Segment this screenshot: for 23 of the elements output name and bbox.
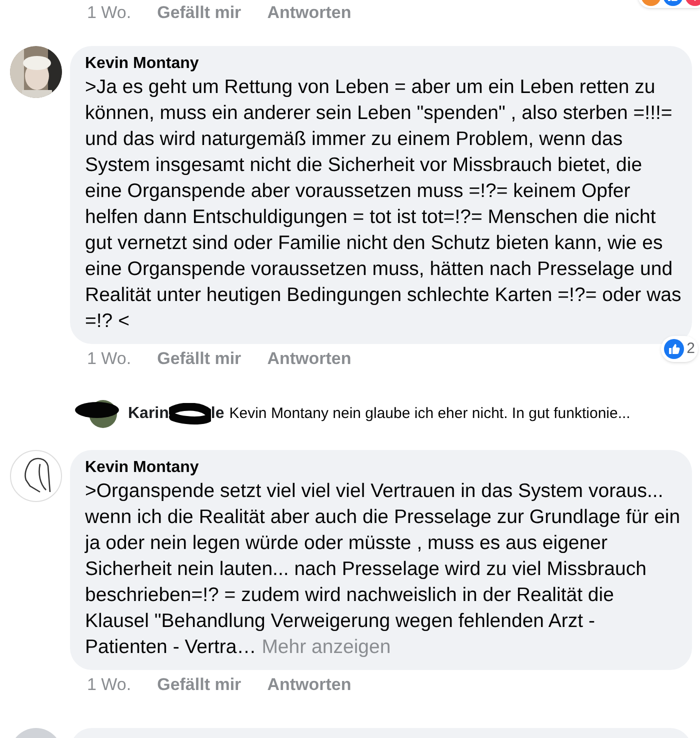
thumbs-up-icon	[664, 338, 684, 359]
avatar[interactable]	[10, 450, 62, 502]
timestamp: 1 Wo.	[87, 348, 132, 370]
comment-text: >Ja es geht um Rettung von Leben = aber um ein Leben retten zu können, muss ein anderer sein Leben "spenden" , also sterben =!!!= und das wird naturgemäß immer zu einem Problem, wenn das System insgesamt nicht die Sicherheit vor Missbrauch bietet, die eine Organspende aber voraussetzen muss =!?= keinem Opfer helfen dann Entschuldigungen = tot ist tot=!?= Menschen die nicht gut vernetzt sind oder Familie nicht den Schutz bieten kann, wie es eine Organspende voraussetzen muss, hätten nach Presselage und Realität unter heutigen Bedingungen schlechte Karten =!?= oder was =!? <	[85, 75, 682, 334]
timestamp: 1 Wo.	[87, 2, 132, 24]
author-name[interactable]: Kevin Montany	[85, 458, 682, 478]
like-link[interactable]: Gefällt mir	[157, 346, 242, 372]
reaction-badge[interactable]: 2	[660, 336, 698, 362]
author-name[interactable]: Kevin Montany	[85, 54, 682, 74]
comment-text: >Organspende setzt viel viel viel Vertrauen in das System voraus... wenn ich die Realität aber auch die Presselage zur Grundlage für ein ja oder nein legen würde oder müsste , muss es aus eigener Sicherheit nein lauten... nach Presselage wird zu viel Missbrauch beschrieben=!? = zudem wird nachweislich in der Realität die Klausel "Behandlung Verweigerung wegen fehlenden Arzt - Patienten - Vertra… Mehr anzeigen	[85, 479, 682, 660]
reply-link[interactable]: Antworten	[267, 0, 352, 26]
redaction-scribble	[168, 403, 211, 425]
author-name-end[interactable]: le	[210, 402, 224, 426]
author-name[interactable]: Karin	[128, 402, 169, 426]
avatar[interactable]	[10, 46, 62, 98]
reply-link[interactable]: Antworten	[267, 346, 352, 372]
see-more-link[interactable]: Mehr anzeigen	[262, 636, 391, 658]
like-link[interactable]: Gefällt mir	[157, 672, 242, 698]
reply-link[interactable]: Antworten	[267, 672, 352, 698]
timestamp: 1 Wo.	[87, 674, 132, 696]
like-link[interactable]: Gefällt mir	[157, 0, 242, 26]
reply-preview-text[interactable]: Kevin Montany nein glaube ich eher nicht. In gut funktionie...	[229, 402, 630, 426]
reaction-count: 2	[686, 338, 695, 358]
